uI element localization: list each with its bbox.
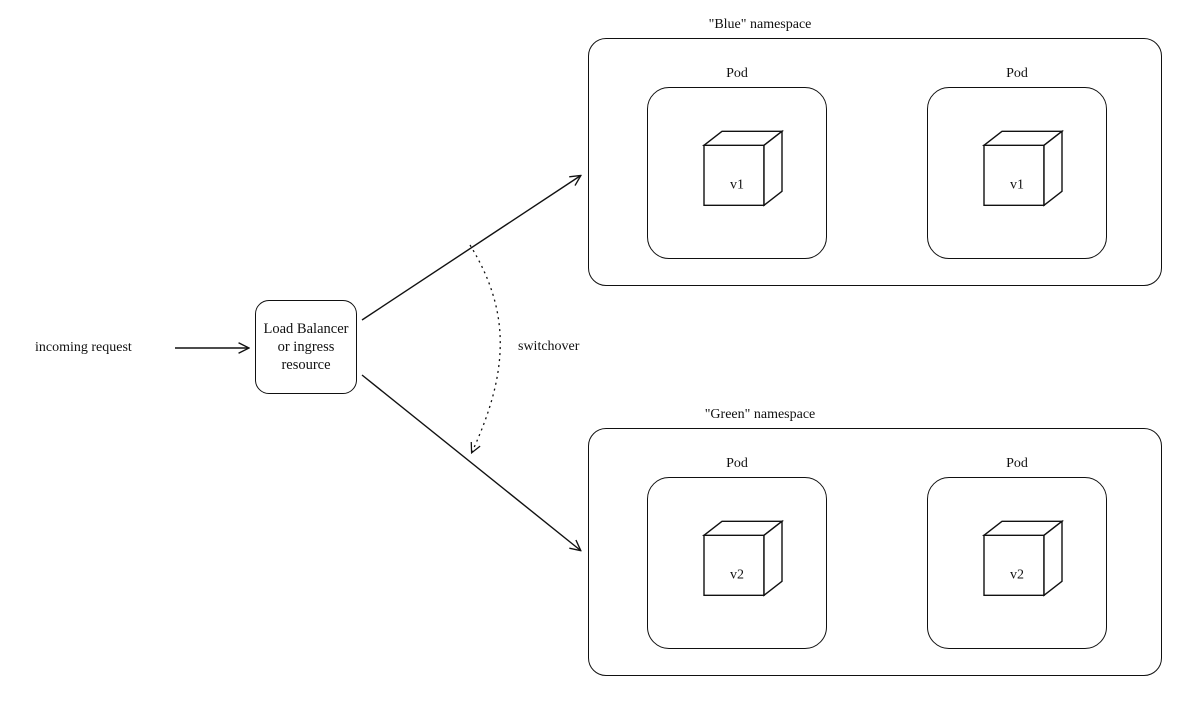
edge-lb-to-blue bbox=[362, 176, 580, 320]
container-version-label: v2 bbox=[962, 567, 1072, 583]
pod-label: Pod bbox=[648, 456, 826, 472]
switchover-label: switchover bbox=[518, 338, 579, 356]
diagram-canvas: incoming request Load Balancer or ingres… bbox=[0, 0, 1200, 709]
pod-label: Pod bbox=[928, 456, 1106, 472]
pod-label: Pod bbox=[928, 66, 1106, 82]
green-pod-2: Pod v2 bbox=[927, 477, 1107, 649]
edge-lb-to-green bbox=[362, 375, 580, 550]
load-balancer-box: Load Balancer or ingress resource bbox=[255, 300, 357, 394]
container-cube: v1 bbox=[962, 123, 1072, 231]
container-version-label: v1 bbox=[682, 177, 792, 193]
container-cube: v2 bbox=[682, 513, 792, 621]
green-namespace-title: "Green" namespace bbox=[660, 406, 860, 424]
edge-switchover bbox=[470, 245, 500, 452]
blue-pod-1: Pod v1 bbox=[647, 87, 827, 259]
load-balancer-label: Load Balancer or ingress resource bbox=[262, 320, 350, 374]
blue-namespace-title: "Blue" namespace bbox=[660, 16, 860, 34]
blue-pod-2: Pod v1 bbox=[927, 87, 1107, 259]
container-version-label: v1 bbox=[962, 177, 1072, 193]
incoming-request-label: incoming request bbox=[35, 339, 132, 357]
green-pod-1: Pod v2 bbox=[647, 477, 827, 649]
green-namespace-box: Pod v2 Pod v2 bbox=[588, 428, 1162, 676]
container-cube: v1 bbox=[682, 123, 792, 231]
container-version-label: v2 bbox=[682, 567, 792, 583]
pod-label: Pod bbox=[648, 66, 826, 82]
container-cube: v2 bbox=[962, 513, 1072, 621]
blue-namespace-box: Pod v1 Pod v1 bbox=[588, 38, 1162, 286]
